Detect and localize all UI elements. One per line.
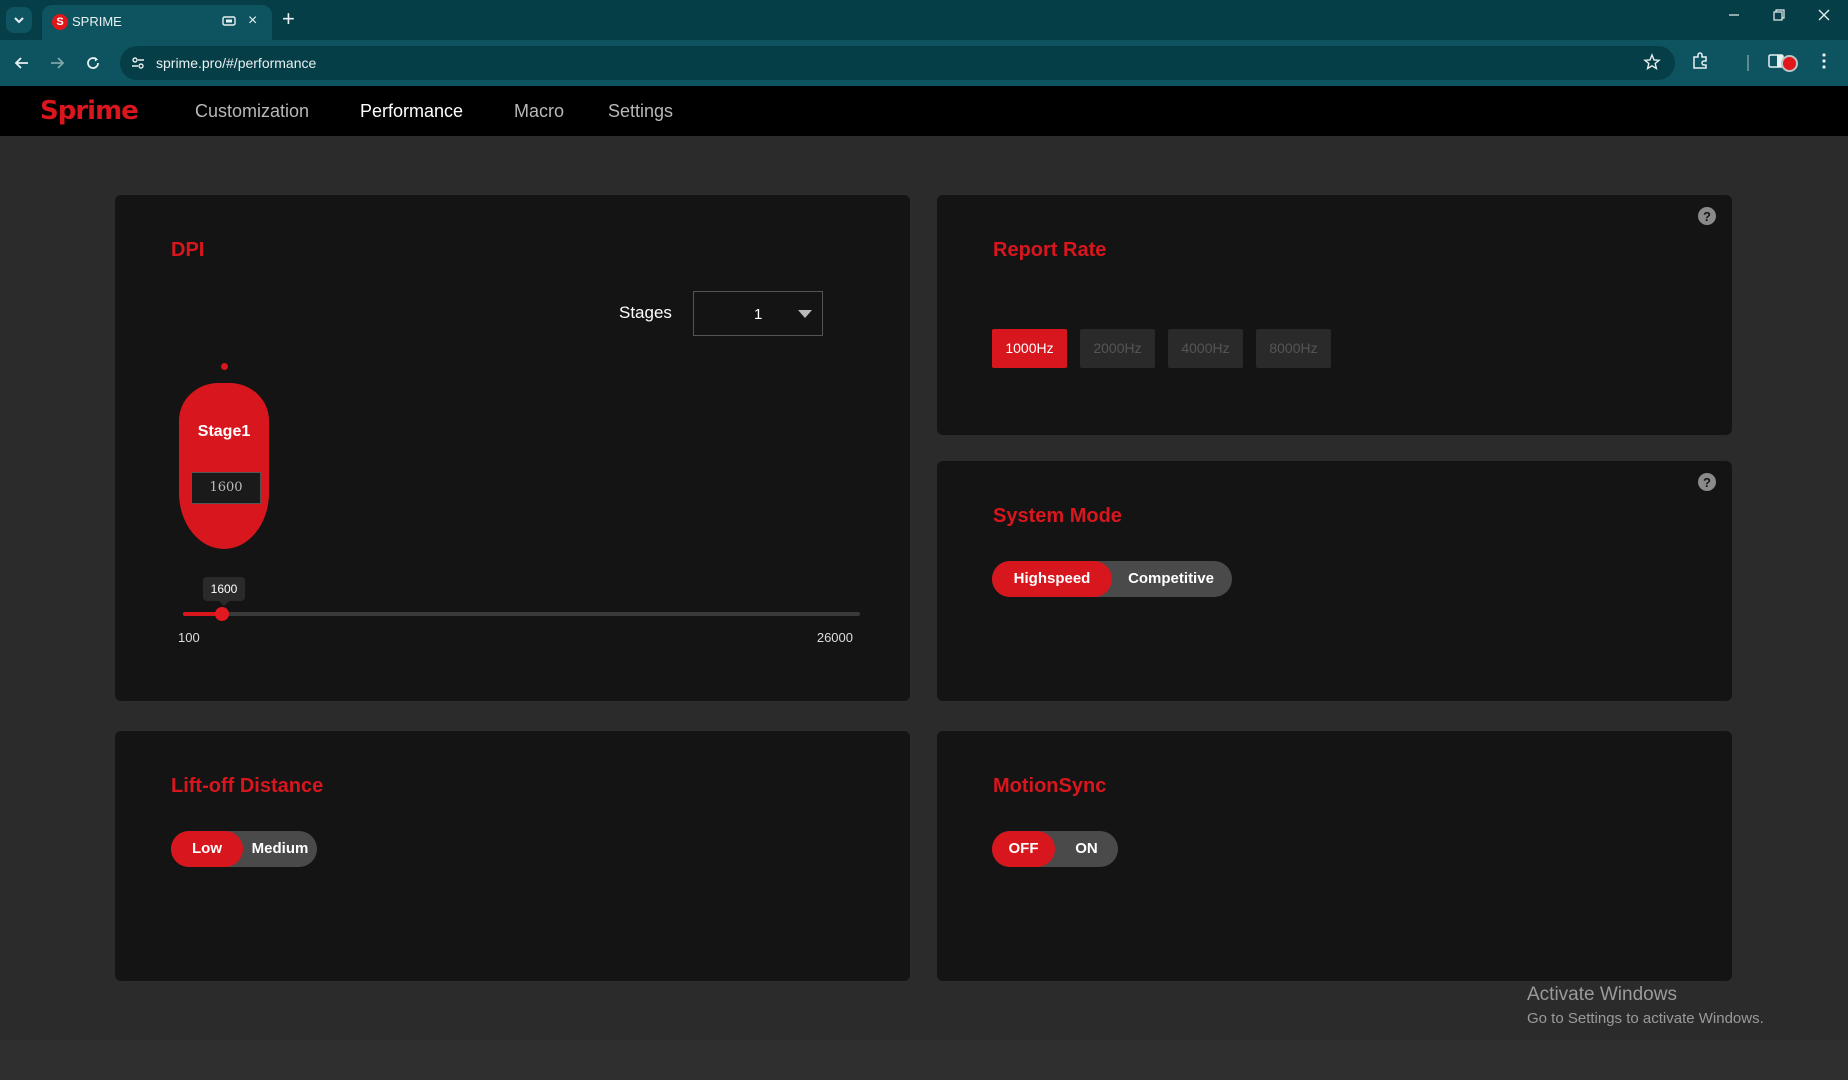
arrow-left-icon (14, 57, 28, 69)
caret-down-icon (798, 310, 812, 318)
address-bar[interactable]: sprime.pro/#/performance (120, 46, 1675, 80)
slider-tooltip-arrow (219, 601, 229, 606)
new-tab-button[interactable]: + (282, 6, 295, 32)
dpi-slider-track[interactable] (183, 607, 860, 621)
tab-close-icon[interactable]: × (248, 13, 257, 29)
browser-tab-bar: S SPRIME × + (0, 0, 1848, 40)
system-mode-toggle[interactable]: Highspeed Competitive (992, 561, 1232, 597)
dpi-title: DPI (171, 239, 205, 261)
site-info-icon[interactable] (130, 55, 146, 71)
stage-indicator-dot (221, 363, 228, 370)
report-rate-title: Report Rate (993, 239, 1107, 261)
on-option[interactable]: ON (1055, 831, 1118, 867)
rate-2000hz-button[interactable]: 2000Hz (1080, 329, 1155, 368)
reload-icon (87, 57, 99, 69)
browser-toolbar: sprime.pro/#/performance (0, 40, 1848, 86)
low-option[interactable]: Low (171, 831, 243, 867)
system-mode-title: System Mode (993, 505, 1122, 527)
watermark-line1: Activate Windows (1527, 984, 1677, 1005)
help-icon[interactable]: ? (1698, 207, 1716, 225)
rate-8000hz-button[interactable]: 8000Hz (1256, 329, 1331, 368)
activate-windows-watermark: Activate Windows Go to Settings to activ… (1527, 984, 1764, 1027)
forward-button[interactable] (46, 52, 68, 74)
help-icon[interactable]: ? (1698, 473, 1716, 491)
slider-tooltip: 1600 (203, 577, 245, 601)
competitive-option[interactable]: Competitive (1110, 561, 1232, 597)
sprime-logo[interactable]: Sprime (40, 96, 139, 126)
highspeed-option[interactable]: Highspeed (992, 561, 1112, 597)
nav-performance[interactable]: Performance (360, 101, 463, 122)
nav-settings[interactable]: Settings (608, 101, 673, 122)
stage1-mouse[interactable]: Stage1 1600 (179, 383, 269, 549)
rate-1000hz-button[interactable]: 1000Hz (992, 329, 1067, 368)
back-button[interactable] (11, 52, 33, 74)
motionsync-card: MotionSync OFF ON (937, 731, 1732, 981)
site-favicon-icon: S (52, 14, 68, 30)
motionsync-title: MotionSync (993, 775, 1107, 797)
profile-avatar[interactable] (1781, 55, 1798, 72)
browser-tab[interactable]: S SPRIME × (42, 5, 272, 40)
arrow-right-icon (51, 57, 65, 69)
medium-option[interactable]: Medium (243, 831, 317, 867)
tab-search-button[interactable] (6, 7, 32, 33)
tab-title: SPRIME (72, 14, 122, 29)
app-header: Sprime Customization Performance Macro S… (0, 86, 1848, 136)
restore-icon[interactable] (1772, 8, 1786, 27)
dpi-slider-thumb[interactable] (215, 607, 230, 621)
url-text: sprime.pro/#/performance (156, 55, 317, 71)
minimize-icon[interactable] (1727, 8, 1741, 27)
off-option[interactable]: OFF (992, 831, 1055, 867)
dpi-max-label: 26000 (816, 630, 853, 645)
stage1-label: Stage1 (197, 423, 251, 440)
system-mode-card: ? System Mode Highspeed Competitive (937, 461, 1732, 701)
stages-value: 1 (754, 306, 763, 323)
nav-customization[interactable]: Customization (195, 101, 309, 122)
rate-4000hz-button[interactable]: 4000Hz (1168, 329, 1243, 368)
reload-button[interactable] (82, 52, 104, 74)
dpi-min-label: 100 (178, 630, 200, 645)
memory-saver-icon (222, 16, 236, 26)
liftoff-title: Lift-off Distance (171, 775, 324, 797)
window-close-icon[interactable] (1817, 8, 1831, 27)
dpi-card: DPI Stages 1 Stage1 1600 1600 100 26000 (115, 195, 910, 701)
page-bottom-strip (0, 1040, 1848, 1080)
watermark-line2: Go to Settings to activate Windows. (1527, 1010, 1764, 1027)
nav-macro[interactable]: Macro (514, 101, 564, 122)
toolbar-divider (1747, 55, 1749, 71)
chevron-down-icon (14, 17, 24, 24)
bookmark-star-icon[interactable] (1643, 53, 1661, 71)
motionsync-toggle[interactable]: OFF ON (992, 831, 1118, 867)
stage1-dpi-input[interactable]: 1600 (191, 472, 261, 504)
stages-select[interactable]: 1 (693, 291, 823, 336)
report-rate-card: ? Report Rate 1000Hz 2000Hz 4000Hz 8000H… (937, 195, 1732, 435)
more-menu-icon[interactable] (1818, 52, 1830, 70)
liftoff-toggle[interactable]: Low Medium (171, 831, 317, 867)
liftoff-card: Lift-off Distance Low Medium (115, 731, 910, 981)
stages-label: Stages (619, 303, 672, 322)
extensions-icon[interactable] (1691, 52, 1709, 70)
